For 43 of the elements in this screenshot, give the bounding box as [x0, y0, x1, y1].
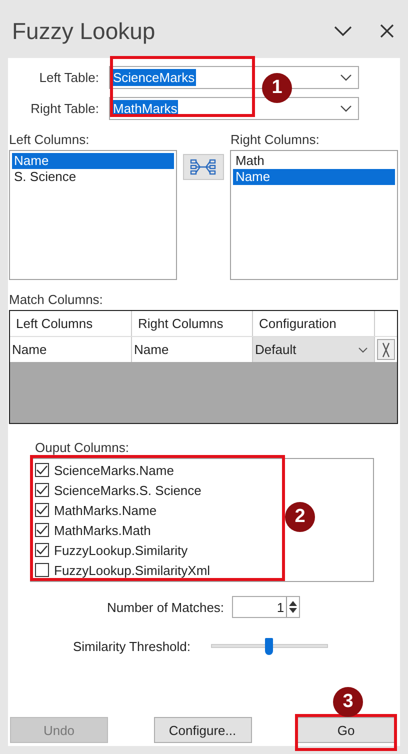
column-header: Configuration [253, 311, 375, 336]
table-label: Left Table: [38, 70, 100, 85]
checkbox-label: ScienceMarks.Name [54, 462, 174, 478]
column-mapping-icon [190, 159, 216, 175]
checkbox[interactable] [35, 483, 49, 497]
chevron-down-icon[interactable] [340, 74, 352, 82]
checkbox-label: ScienceMarks.S. Science [54, 482, 202, 498]
threshold-slider[interactable] [210, 638, 328, 655]
column-header: Left Columns [10, 311, 132, 336]
action-button[interactable]: Go [297, 717, 395, 743]
checkbox[interactable] [35, 503, 49, 517]
checkbox-label: MathMarks.Name [54, 502, 157, 518]
checkbox[interactable] [35, 563, 49, 577]
slider-label: Similarity Threshold: [73, 639, 191, 654]
checkbox[interactable] [35, 523, 49, 537]
checkbox-label: MathMarks.Math [54, 522, 151, 538]
column-header: Right Columns [132, 311, 253, 336]
list-item[interactable]: Name [12, 153, 174, 169]
chevron-down-icon[interactable] [340, 104, 352, 112]
match-button[interactable] [182, 154, 224, 180]
action-button[interactable]: Configure... [154, 717, 252, 743]
section-label: Match Columns: [9, 292, 104, 309]
table-cell: Name [10, 337, 132, 362]
number-spinner[interactable]: 1 [232, 596, 300, 618]
table-label: Right Table: [30, 101, 100, 116]
checkbox[interactable] [35, 463, 49, 477]
delete-icon[interactable] [377, 339, 395, 360]
checkbox-label: FuzzyLookup.Similarity [54, 542, 188, 558]
list-label: Left Columns: [9, 132, 90, 149]
checkbox[interactable] [35, 543, 49, 557]
table-dropdown[interactable]: MathMarks [109, 97, 359, 120]
section-label: Ouput Columns: [35, 440, 130, 457]
list-item[interactable]: Math [233, 153, 395, 169]
list-label: Right Columns: [230, 132, 320, 149]
close-icon[interactable] [380, 24, 394, 38]
configuration-dropdown[interactable]: Default [253, 337, 375, 362]
window-title: Fuzzy Lookup [12, 18, 156, 44]
chevron-down-icon[interactable] [358, 346, 368, 352]
field-label: Number of Matches: [107, 600, 224, 614]
list-item[interactable]: Name [233, 169, 395, 185]
chevron-down-icon[interactable] [334, 25, 352, 37]
list-item[interactable]: S. Science [12, 169, 174, 185]
checkbox-label: FuzzyLookup.SimilarityXml [54, 562, 210, 578]
